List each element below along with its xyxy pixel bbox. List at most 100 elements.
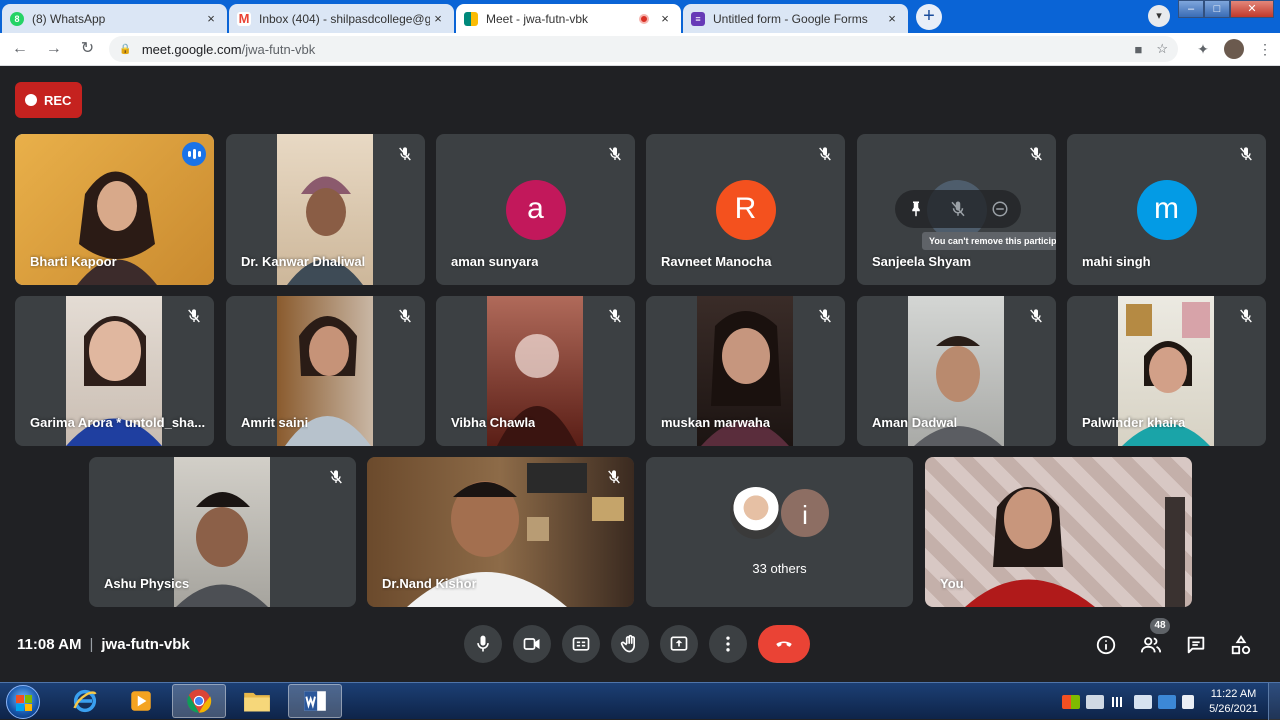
participant-name: Sanjeela Shyam (872, 254, 971, 269)
signal-strength-icon[interactable] (1110, 696, 1129, 707)
chrome-taskbar-item[interactable] (172, 684, 226, 718)
close-tab-icon[interactable]: × (203, 11, 219, 26)
participant-tile[interactable]: muskan marwaha (646, 296, 845, 446)
participant-tile[interactable]: Vibha Chawla (436, 296, 635, 446)
meeting-controls-bar: 11:08 AM | jwa-futn-vbk 48 (0, 618, 1280, 682)
participant-name: Vibha Chawla (451, 415, 536, 430)
recording-badge: REC (15, 82, 82, 118)
muted-mic-icon (817, 308, 833, 324)
activities-button[interactable] (1228, 632, 1254, 658)
browser-menu-icon[interactable]: ⋮ (1250, 41, 1280, 58)
participant-tile[interactable]: You can't remove this participant Sanjee… (857, 134, 1056, 285)
close-tab-icon[interactable]: × (884, 11, 900, 26)
self-tile[interactable]: You (925, 457, 1192, 607)
media-player-taskbar-item[interactable] (114, 684, 168, 718)
meeting-code: jwa-futn-vbk (101, 636, 190, 653)
chrome-icon (187, 689, 212, 713)
meet-icon (464, 11, 478, 26)
participant-tile[interactable]: Garima Arora * untold_sha... (15, 296, 214, 446)
captions-icon (572, 637, 590, 651)
extensions-icon[interactable]: ✦ (1188, 41, 1218, 58)
tab-gmail[interactable]: M Inbox (404) - shilpasdcollege@gm × (229, 4, 454, 33)
camera-button[interactable] (513, 625, 551, 663)
mute-participant-icon[interactable] (949, 200, 967, 218)
participant-name: Bharti Kapoor (30, 254, 117, 269)
taskbar-clock[interactable]: 11:22 AM 5/26/2021 (1209, 687, 1258, 717)
tile-hover-controls (895, 190, 1021, 228)
close-window-button[interactable]: ✕ (1230, 0, 1274, 18)
muted-mic-icon (186, 308, 202, 324)
tray-network-adapter-icon[interactable] (1086, 694, 1105, 709)
present-now-button[interactable] (660, 625, 698, 663)
file-explorer-taskbar-item[interactable] (230, 684, 284, 718)
tab-forms[interactable]: ≡ Untitled form - Google Forms × (683, 4, 908, 33)
close-tab-icon[interactable]: × (430, 11, 446, 26)
new-tab-button[interactable]: + (916, 4, 942, 30)
tab-search-icon[interactable]: ▾ (1148, 5, 1170, 27)
tab-title: (8) WhatsApp (32, 11, 106, 26)
chat-button[interactable] (1183, 632, 1209, 658)
media-player-icon (131, 691, 151, 711)
windows-logo-icon (16, 695, 32, 711)
muted-mic-icon (1238, 146, 1254, 162)
present-icon (670, 636, 688, 651)
people-icon (1140, 637, 1162, 653)
self-video (925, 457, 1192, 607)
bookmark-star-icon[interactable]: ☆ (1156, 41, 1168, 57)
participant-tile[interactable]: a aman sunyara (436, 134, 635, 285)
participant-name: Garima Arora * untold_sha... (30, 415, 206, 430)
participant-tile[interactable]: Bharti Kapoor (15, 134, 214, 285)
start-button[interactable] (6, 685, 40, 719)
maximize-button[interactable]: □ (1204, 0, 1230, 18)
word-taskbar-item[interactable] (288, 684, 342, 718)
participant-tile[interactable]: Aman Dadwal (857, 296, 1056, 446)
pin-icon[interactable] (907, 200, 925, 218)
taskbar-date: 5/26/2021 (1209, 702, 1258, 715)
back-button[interactable]: ← (6, 35, 34, 63)
tray-app-icon[interactable] (1062, 694, 1081, 709)
gmail-icon: M (237, 11, 251, 26)
camera-icon (523, 638, 540, 650)
internet-explorer-taskbar-item[interactable] (58, 684, 112, 718)
participant-tile[interactable]: Palwinder khaira (1067, 296, 1266, 446)
language-bar-icon[interactable] (1158, 694, 1177, 709)
forward-button[interactable]: → (40, 35, 68, 63)
captions-button[interactable] (562, 625, 600, 663)
volume-icon[interactable] (1134, 694, 1153, 709)
browser-tab-strip: 8 (8) WhatsApp × M Inbox (404) - shilpas… (0, 0, 1280, 33)
remove-participant-icon[interactable] (991, 200, 1009, 218)
participant-tile[interactable]: Amrit saini (226, 296, 425, 446)
participant-tile[interactable]: R Ravneet Manocha (646, 134, 845, 285)
profile-avatar[interactable] (1223, 39, 1244, 59)
tab-meet[interactable]: Meet - jwa-futn-vbk × (456, 4, 681, 33)
more-options-button[interactable] (709, 625, 747, 663)
record-dot-icon (25, 94, 37, 106)
participant-tile[interactable]: Dr. Kanwar Dhaliwal (226, 134, 425, 285)
meeting-details-button[interactable] (1093, 632, 1119, 658)
muted-mic-icon (1028, 308, 1044, 324)
tab-whatsapp[interactable]: 8 (8) WhatsApp × (2, 4, 227, 33)
leave-call-button[interactable] (758, 625, 810, 663)
participant-tile[interactable]: Ashu Physics (89, 457, 356, 607)
microphone-button[interactable] (464, 625, 502, 663)
participant-name: Amrit saini (241, 415, 309, 430)
minimize-button[interactable]: – (1178, 0, 1204, 18)
show-desktop-button[interactable] (1268, 683, 1280, 720)
raise-hand-button[interactable] (611, 625, 649, 663)
meeting-time: 11:08 AM (17, 636, 82, 653)
reload-button[interactable]: ↻ (74, 35, 102, 63)
people-button[interactable] (1138, 632, 1164, 658)
rec-label: REC (44, 92, 72, 108)
others-tile[interactable]: i 33 others (646, 457, 913, 607)
window-controls: – □ ✕ (1178, 0, 1274, 18)
muted-mic-icon (606, 469, 622, 485)
whatsapp-icon: 8 (10, 11, 24, 26)
participant-tile[interactable]: Dr.Nand Kishor (367, 457, 634, 607)
action-center-flag-icon[interactable] (1182, 694, 1195, 709)
participant-tile[interactable]: m mahi singh (1067, 134, 1266, 285)
participant-name: mahi singh (1082, 254, 1151, 269)
camera-in-use-icon[interactable]: ■ (1134, 42, 1142, 57)
close-tab-icon[interactable]: × (657, 11, 673, 26)
address-bar[interactable]: 🔒 meet.google.com /jwa-futn-vbk ■ ☆ (109, 36, 1178, 62)
folder-icon (244, 692, 270, 712)
